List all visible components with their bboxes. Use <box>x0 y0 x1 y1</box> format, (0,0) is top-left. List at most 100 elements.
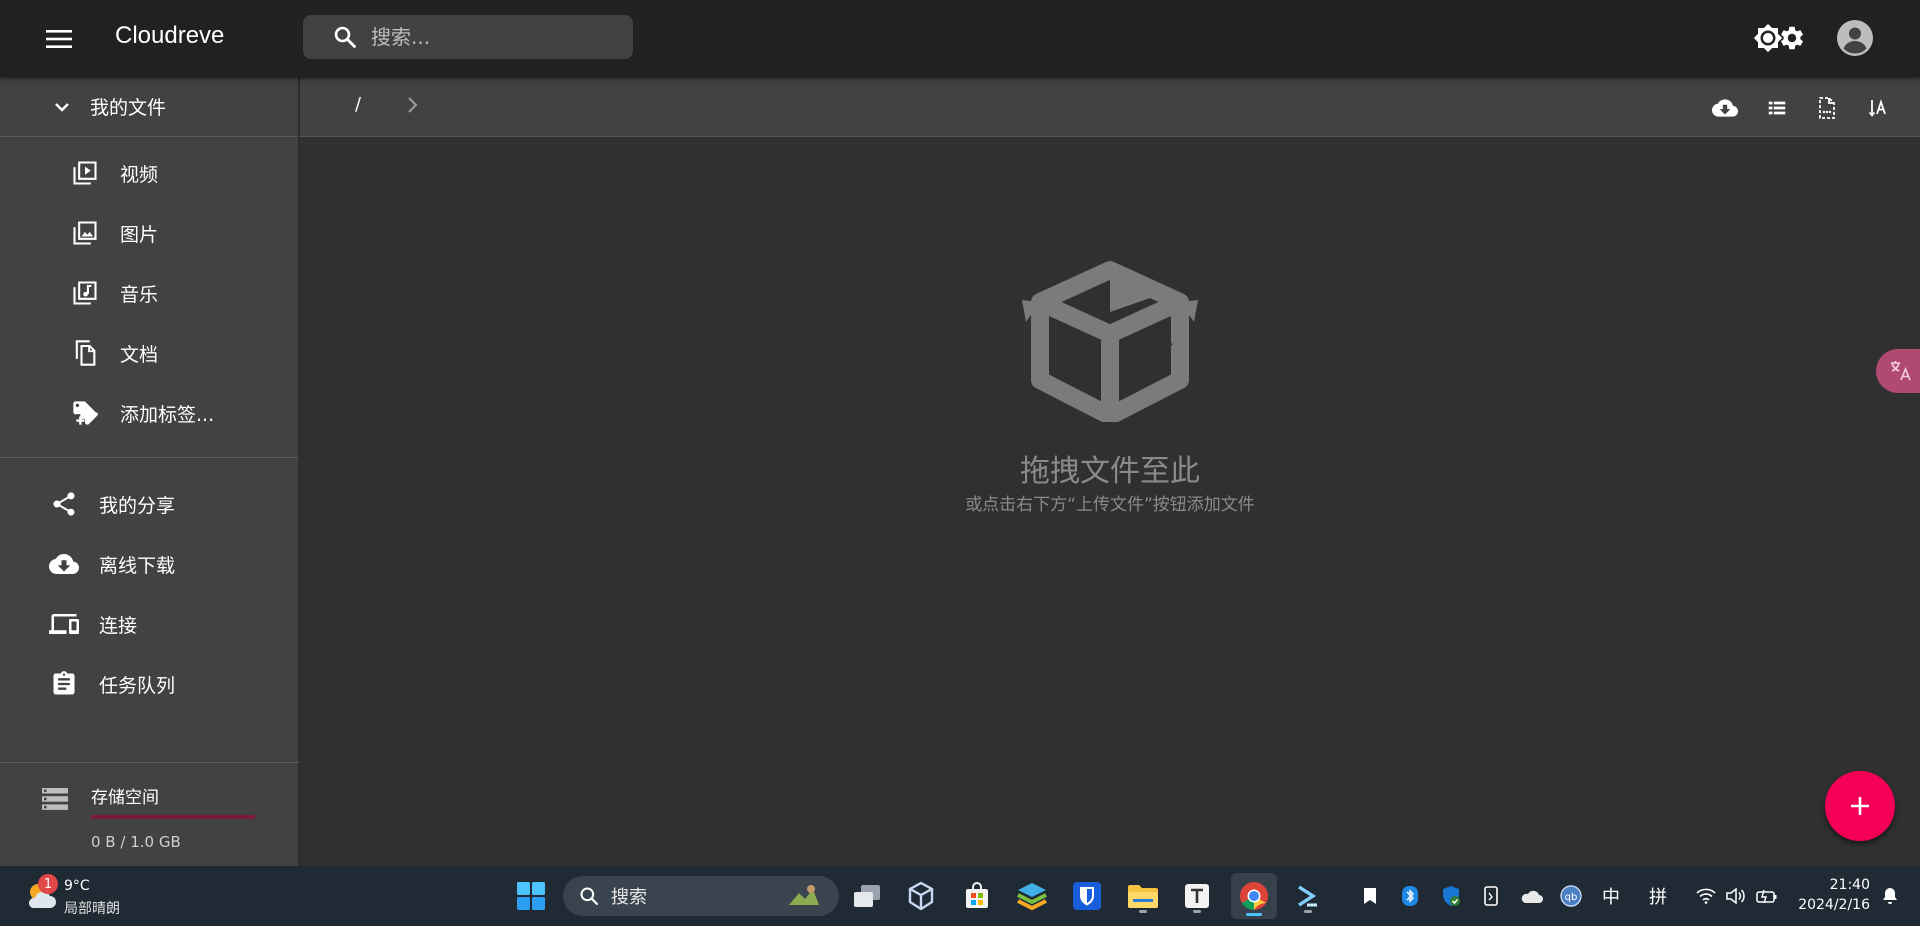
sidebar-item-my-files[interactable]: 我的文件 <box>0 77 298 137</box>
running-indicator <box>1139 910 1147 913</box>
tray-bluetooth[interactable] <box>1396 882 1424 910</box>
tray-onedrive[interactable] <box>1517 882 1545 910</box>
taskbar-app-terminal[interactable] <box>1288 876 1328 916</box>
running-indicator <box>1193 910 1201 913</box>
sidebar-item-add-tag[interactable]: 添加标签... <box>0 383 298 443</box>
windows-logo-icon <box>517 882 545 910</box>
sidebar-item-music[interactable]: 音乐 <box>0 263 298 323</box>
taskbar-app-file-explorer[interactable] <box>1123 876 1163 916</box>
sort-button[interactable] <box>1864 93 1894 123</box>
clipboard-icon <box>53 671 75 695</box>
taskbar-app-chrome[interactable] <box>1231 873 1277 919</box>
task-view-icon <box>854 885 880 907</box>
tray-app-icon[interactable] <box>1356 882 1384 910</box>
clock-date: 2024/2/16 <box>1798 897 1870 913</box>
view-list-button[interactable] <box>1762 93 1792 123</box>
tray-qbittorrent[interactable]: qb <box>1557 882 1585 910</box>
chevron-right-icon[interactable] <box>403 94 423 116</box>
search-icon <box>334 26 356 48</box>
sidebar-item-task-queue[interactable]: 任务队列 <box>0 654 298 714</box>
notification-center-button[interactable] <box>1876 882 1904 910</box>
app-bar: Cloudreve <box>0 0 1920 77</box>
weather-widget[interactable]: 1 9°C 局部晴朗 <box>20 874 140 918</box>
sidebar-item-label: 图片 <box>120 223 159 246</box>
search-highlight-icon <box>789 885 819 905</box>
taskbar-app-virtualbox[interactable] <box>901 876 941 916</box>
search-icon <box>580 887 598 905</box>
sidebar-file-categories: 视频 图片 音乐 文档 添加标签... <box>0 137 298 458</box>
shield-check-icon <box>1443 886 1460 906</box>
settings-button[interactable] <box>1774 20 1810 56</box>
document-icon <box>75 340 96 366</box>
store-icon <box>966 882 988 908</box>
add-fab-button[interactable] <box>1825 771 1895 841</box>
sidebar-item-label: 任务队列 <box>99 674 176 697</box>
tray-security[interactable] <box>1437 882 1465 910</box>
cloud-download-icon <box>1712 99 1738 117</box>
taskbar-app-store[interactable] <box>957 876 997 916</box>
taskbar-app-bitwarden[interactable] <box>1067 876 1107 916</box>
search-box[interactable] <box>303 15 633 59</box>
sidebar-item-documents[interactable]: 文档 <box>0 323 298 383</box>
sidebar-item-label: 添加标签... <box>120 403 215 426</box>
storage-progress-bar <box>91 815 255 819</box>
tray-ime-mode[interactable]: 拼 <box>1644 882 1672 910</box>
plus-icon <box>1851 797 1869 815</box>
running-indicator <box>1304 910 1312 913</box>
view-list-icon <box>1768 101 1786 115</box>
file-info-button[interactable] <box>1812 93 1842 123</box>
windows-taskbar: 1 9°C 局部晴朗 搜索 qb 中 拼 21:40 2024/2/16 <box>0 866 1920 926</box>
file-info-icon <box>1819 97 1835 119</box>
account-circle-icon <box>1837 20 1873 56</box>
sidebar-item-label: 视频 <box>120 163 159 186</box>
add-tag-icon <box>73 401 98 425</box>
sidebar-item-connections[interactable]: 连接 <box>0 594 298 654</box>
storage-label: 存储空间 <box>91 788 159 808</box>
share-icon <box>53 492 75 516</box>
task-view-button[interactable] <box>847 876 887 916</box>
start-button[interactable] <box>511 876 551 916</box>
layers-app-icon <box>1017 883 1047 911</box>
bluetooth-icon <box>1402 886 1418 906</box>
file-browser-area[interactable]: 拖拽文件至此 或点击右下方“上传文件”按钮添加文件 <box>300 138 1920 866</box>
weather-temperature: 9°C <box>64 878 90 894</box>
sidebar-item-offline-download[interactable]: 离线下载 <box>0 534 298 594</box>
sidebar-item-images[interactable]: 图片 <box>0 203 298 263</box>
sidebar-item-label: 我的文件 <box>90 97 167 119</box>
sidebar-item-label: 离线下载 <box>99 554 176 577</box>
empty-state-title: 拖拽文件至此 <box>1020 454 1200 489</box>
photo-library-icon <box>73 221 97 245</box>
battery-icon <box>1756 889 1777 904</box>
empty-box-icon <box>1022 261 1198 422</box>
taskbar-search-label: 搜索 <box>611 887 647 908</box>
wifi-icon <box>1696 888 1716 904</box>
cloud-icon <box>1521 890 1543 903</box>
folder-icon <box>1128 885 1158 908</box>
shield-app-icon <box>1073 882 1101 910</box>
clock-time: 21:40 <box>1829 877 1870 893</box>
taskbar-clock[interactable]: 21:40 2024/2/16 <box>1790 875 1870 915</box>
sidebar-item-my-shares[interactable]: 我的分享 <box>0 474 298 534</box>
user-avatar-button[interactable] <box>1837 20 1873 56</box>
remote-download-button[interactable] <box>1710 93 1740 123</box>
sidebar-item-label: 连接 <box>99 614 138 637</box>
sidebar-item-label: 文档 <box>120 343 159 366</box>
tray-quick-settings[interactable] <box>1692 882 1782 910</box>
search-input[interactable] <box>371 25 611 49</box>
storage-panel[interactable]: 存储空间 0 B / 1.0 GB <box>0 762 299 866</box>
devices-icon <box>49 614 79 634</box>
taskbar-app-typora[interactable] <box>1177 876 1217 916</box>
file-toolbar: / <box>300 77 1920 137</box>
sidebar: 我的文件 视频 图片 音乐 文档 添加标签... 我的分享 离线下载 连接 任务… <box>0 77 299 866</box>
tray-ime-language[interactable]: 中 <box>1597 882 1625 910</box>
menu-icon <box>46 30 72 48</box>
tray-usb[interactable] <box>1477 882 1505 910</box>
taskbar-search[interactable]: 搜索 <box>563 876 839 916</box>
translate-extension-tab[interactable] <box>1876 349 1920 393</box>
menu-button[interactable] <box>40 20 78 58</box>
volume-icon <box>1726 888 1745 904</box>
breadcrumb-root[interactable]: / <box>355 94 361 115</box>
svg-text:qb: qb <box>1565 892 1578 903</box>
taskbar-app-layers[interactable] <box>1012 876 1052 916</box>
sidebar-item-videos[interactable]: 视频 <box>0 143 298 203</box>
